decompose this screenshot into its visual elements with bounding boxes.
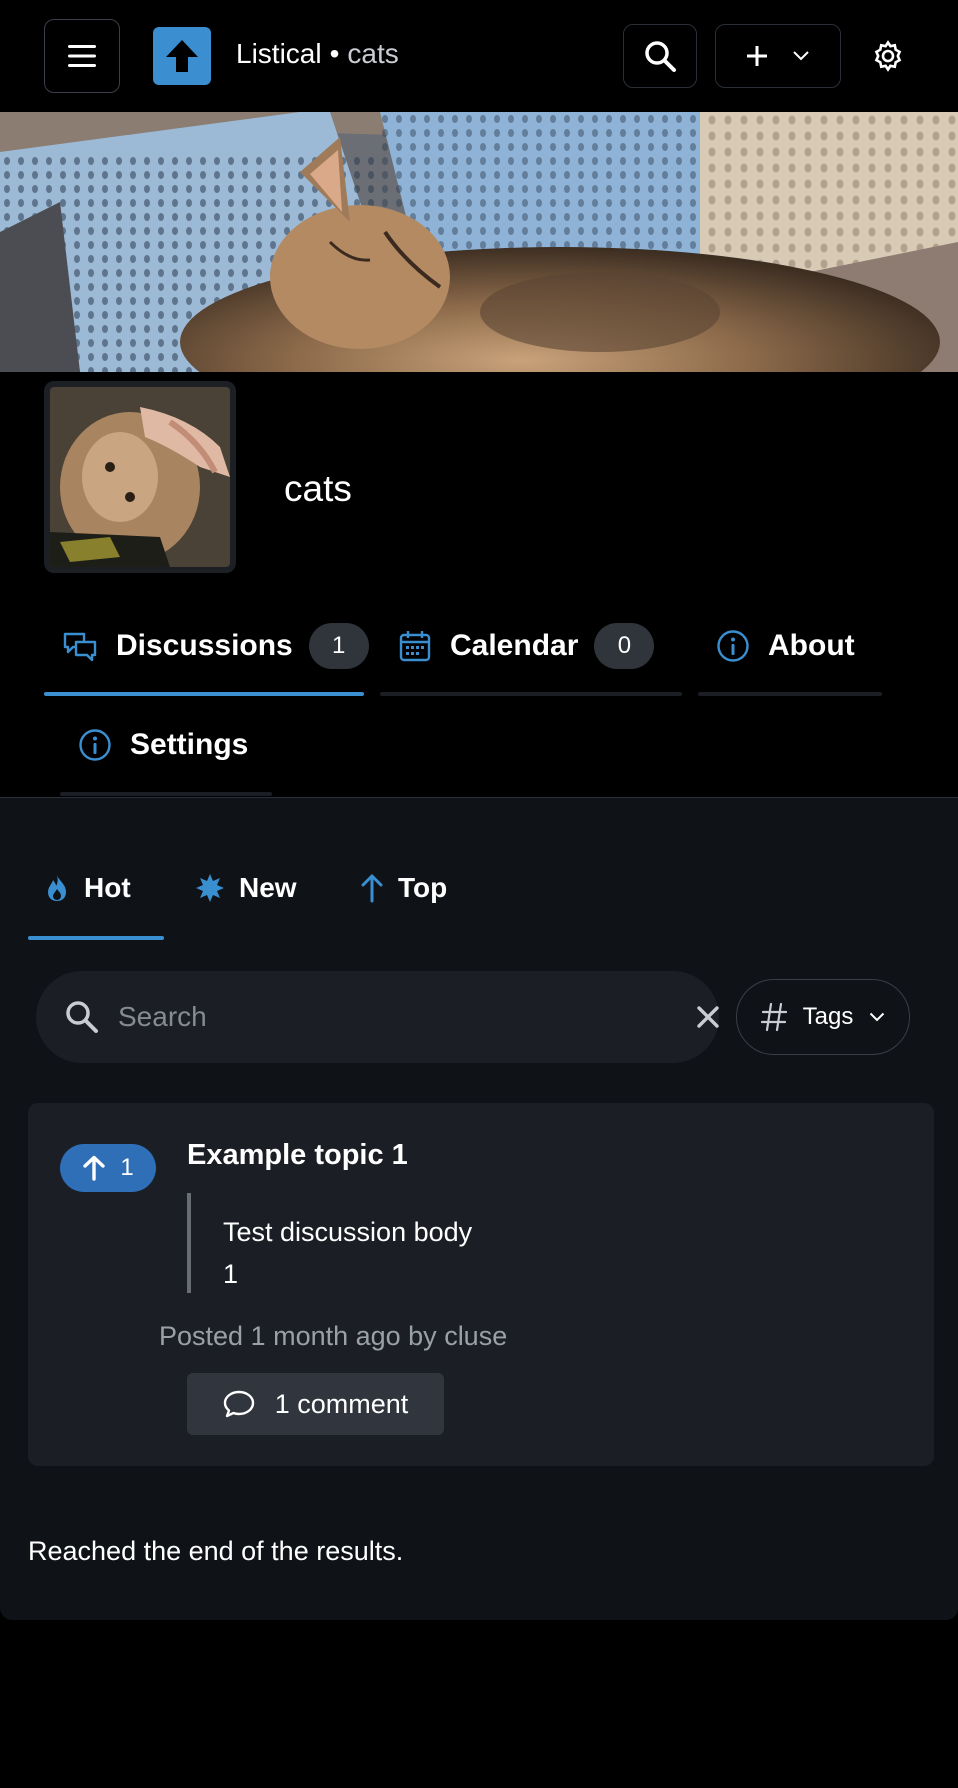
tab-calendar-indicator — [380, 692, 682, 696]
upvote-button[interactable]: 1 — [60, 1144, 156, 1192]
flame-icon — [44, 873, 70, 903]
info-icon — [716, 629, 750, 663]
calendar-icon — [398, 629, 432, 663]
comments-button[interactable]: 1 comment — [187, 1373, 444, 1435]
tab-discussions-label: Discussions — [116, 629, 293, 662]
plus-icon — [747, 46, 767, 66]
comment-icon — [223, 1390, 254, 1418]
end-of-results-message: Reached the end of the results. — [28, 1536, 404, 1566]
search-icon — [645, 41, 676, 72]
tab-settings-indicator — [60, 792, 272, 796]
tab-about-label: About — [768, 629, 855, 662]
current-community: cats — [347, 38, 399, 69]
tab-about-indicator — [698, 692, 882, 696]
tags-filter-label: Tags — [802, 1003, 854, 1030]
info-icon — [78, 728, 112, 762]
arrow-up-icon — [83, 1155, 106, 1181]
arrow-up-icon — [360, 873, 384, 903]
search-icon — [64, 999, 100, 1040]
search-input[interactable] — [118, 993, 658, 1041]
top-bar: Listical • cats — [0, 0, 958, 112]
tab-about[interactable]: About — [716, 621, 855, 671]
post-title[interactable]: Example topic 1 — [187, 1139, 408, 1172]
tags-filter-button[interactable]: Tags — [736, 979, 910, 1055]
discussions-count-badge: 1 — [308, 623, 369, 669]
chat-bubbles-icon — [62, 630, 98, 662]
app-logo[interactable] — [153, 27, 211, 85]
comments-count-label: 1 comment — [274, 1388, 409, 1419]
tab-calendar-label: Calendar — [450, 629, 579, 662]
sort-hot-label: Hot — [84, 872, 131, 903]
starburst-icon — [195, 873, 225, 903]
community-avatar[interactable] — [44, 381, 236, 573]
community-name: cats — [284, 468, 352, 509]
gear-icon — [874, 40, 902, 72]
post-meta: Posted 1 month ago by cluse — [159, 1321, 508, 1351]
user-settings-button[interactable] — [862, 24, 914, 88]
tab-calendar[interactable]: Calendar 0 — [398, 621, 655, 671]
create-dropdown-button[interactable] — [715, 24, 841, 88]
vote-score: 1 — [120, 1154, 134, 1181]
hashtag-icon — [760, 1002, 787, 1032]
post-card[interactable]: 1 Example topic 1 Test discussion body 1… — [28, 1103, 934, 1466]
app-title[interactable]: Listical • cats — [236, 38, 399, 70]
sort-new-label: New — [239, 872, 297, 903]
tab-settings-label: Settings — [130, 728, 249, 761]
post-body-preview: Test discussion body 1 — [187, 1193, 487, 1293]
sort-hot[interactable]: Hot — [44, 868, 131, 908]
chevron-down-icon — [870, 1012, 885, 1022]
sort-hot-indicator — [28, 936, 164, 940]
tab-discussions-indicator — [44, 692, 364, 696]
sort-new[interactable]: New — [195, 868, 297, 908]
sort-top-label: Top — [398, 872, 448, 903]
app-name: Listical — [236, 38, 322, 69]
arrow-up-logo-icon — [166, 40, 198, 72]
search-button[interactable] — [623, 24, 697, 88]
avatar-image — [50, 387, 230, 567]
discussion-search — [36, 971, 719, 1063]
hamburger-icon — [68, 45, 96, 67]
clear-search-icon[interactable] — [692, 1001, 724, 1033]
tab-settings[interactable]: Settings — [78, 720, 248, 770]
sort-top[interactable]: Top — [360, 868, 447, 908]
title-separator: • — [329, 38, 340, 69]
tab-discussions[interactable]: Discussions 1 — [62, 621, 369, 671]
banner-image — [0, 112, 958, 372]
menu-button[interactable] — [44, 19, 120, 93]
chevron-down-icon — [793, 51, 809, 61]
community-banner — [0, 112, 958, 372]
calendar-count-badge: 0 — [594, 623, 655, 669]
